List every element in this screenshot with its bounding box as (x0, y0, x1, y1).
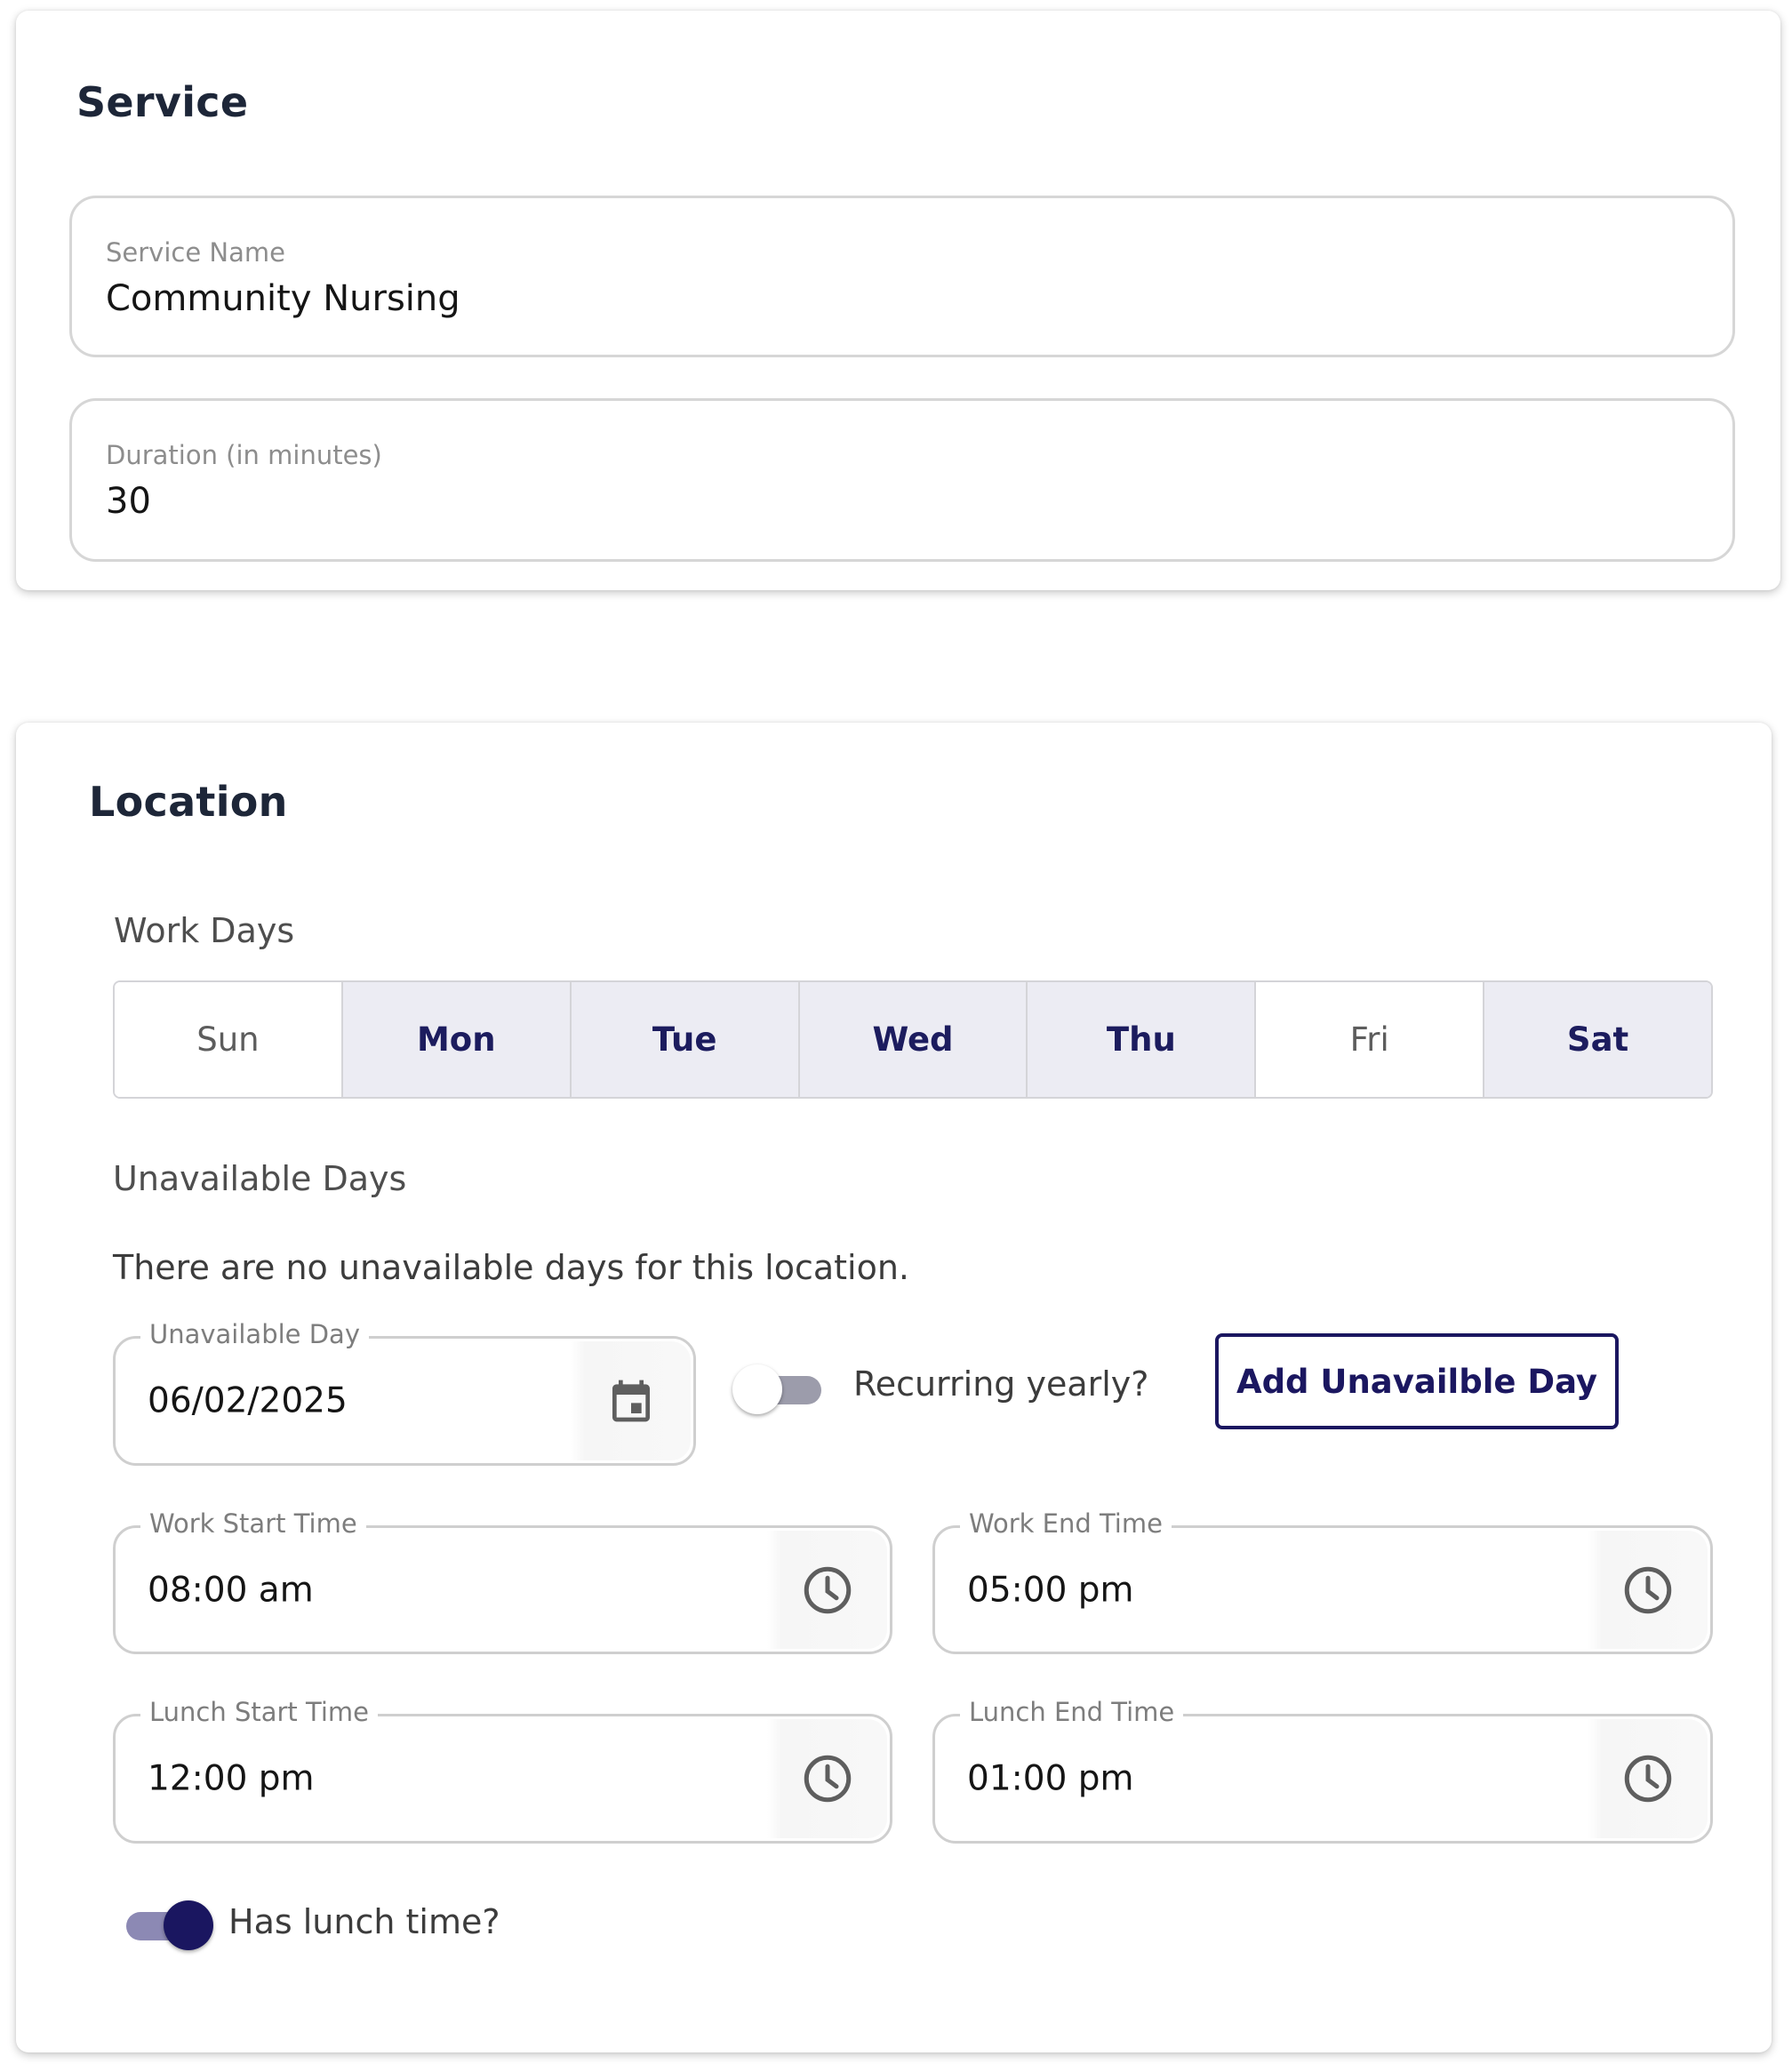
work-end-time-value: 05:00 pm (967, 1570, 1134, 1610)
day-wed-button[interactable]: Wed (799, 982, 1028, 1097)
day-fri-button[interactable]: Fri (1256, 982, 1485, 1097)
day-sun-button[interactable]: Sun (115, 982, 343, 1097)
service-name-field[interactable]: Service Name Community Nursing (69, 196, 1735, 357)
lunch-start-time-field[interactable]: Lunch Start Time 12:00 pm (113, 1697, 892, 1844)
work-start-time-label: Work Start Time (140, 1508, 366, 1539)
recurring-yearly-thumb (732, 1364, 782, 1414)
page: Service Service Name Community Nursing D… (0, 0, 1792, 2072)
work-end-clock-button[interactable] (1588, 1531, 1708, 1649)
add-unavailable-day-button[interactable]: Add Unavailble Day (1215, 1333, 1619, 1429)
no-unavailable-days-text: There are no unavailable days for this l… (113, 1248, 910, 1287)
lunch-start-clock-button[interactable] (767, 1719, 887, 1838)
work-start-time-value: 08:00 am (148, 1570, 314, 1610)
calendar-icon (612, 1380, 650, 1422)
location-title: Location (89, 778, 288, 826)
unavailable-days-label: Unavailable Days (113, 1159, 407, 1198)
calendar-button[interactable] (571, 1341, 691, 1460)
lunch-end-time-label: Lunch End Time (960, 1697, 1184, 1727)
has-lunch-time-thumb (164, 1900, 213, 1950)
work-end-time-field[interactable]: Work End Time 05:00 pm (932, 1508, 1713, 1654)
work-days-label: Work Days (114, 911, 295, 950)
duration-value: 30 (106, 481, 151, 522)
day-tue-button[interactable]: Tue (571, 982, 800, 1097)
location-card: Location Work Days Sun Mon Tue Wed Thu F… (16, 723, 1772, 2052)
unavailable-day-label: Unavailable Day (140, 1319, 369, 1349)
clock-icon (804, 1755, 851, 1803)
recurring-yearly-label: Recurring yearly? (853, 1364, 1149, 1404)
duration-field[interactable]: Duration (in minutes) 30 (69, 398, 1735, 562)
service-name-value: Community Nursing (106, 278, 460, 319)
lunch-start-time-label: Lunch Start Time (140, 1697, 378, 1727)
lunch-end-time-value: 01:00 pm (967, 1758, 1134, 1799)
clock-icon (804, 1566, 851, 1613)
work-days-toggle-group: Sun Mon Tue Wed Thu Fri Sat (113, 980, 1713, 1099)
lunch-start-time-value: 12:00 pm (148, 1758, 315, 1799)
work-end-time-label: Work End Time (960, 1508, 1172, 1539)
recurring-yearly-switch[interactable] (732, 1363, 825, 1416)
service-name-label: Service Name (106, 237, 285, 268)
unavailable-day-value: 06/02/2025 (148, 1380, 348, 1421)
work-start-time-field[interactable]: Work Start Time 08:00 am (113, 1508, 892, 1654)
day-sat-button[interactable]: Sat (1484, 982, 1711, 1097)
service-card: Service Service Name Community Nursing D… (16, 11, 1780, 590)
lunch-end-clock-button[interactable] (1588, 1719, 1708, 1838)
day-thu-button[interactable]: Thu (1028, 982, 1257, 1097)
has-lunch-time-label: Has lunch time? (228, 1902, 500, 1941)
clock-icon (1624, 1566, 1671, 1613)
unavailable-day-field[interactable]: Unavailable Day 06/02/2025 (113, 1319, 696, 1466)
has-lunch-time-switch[interactable] (119, 1899, 213, 1952)
service-title: Service (76, 78, 249, 126)
duration-label: Duration (in minutes) (106, 440, 382, 470)
lunch-end-time-field[interactable]: Lunch End Time 01:00 pm (932, 1697, 1713, 1844)
work-start-clock-button[interactable] (767, 1531, 887, 1649)
clock-icon (1624, 1755, 1671, 1803)
day-mon-button[interactable]: Mon (342, 982, 572, 1097)
